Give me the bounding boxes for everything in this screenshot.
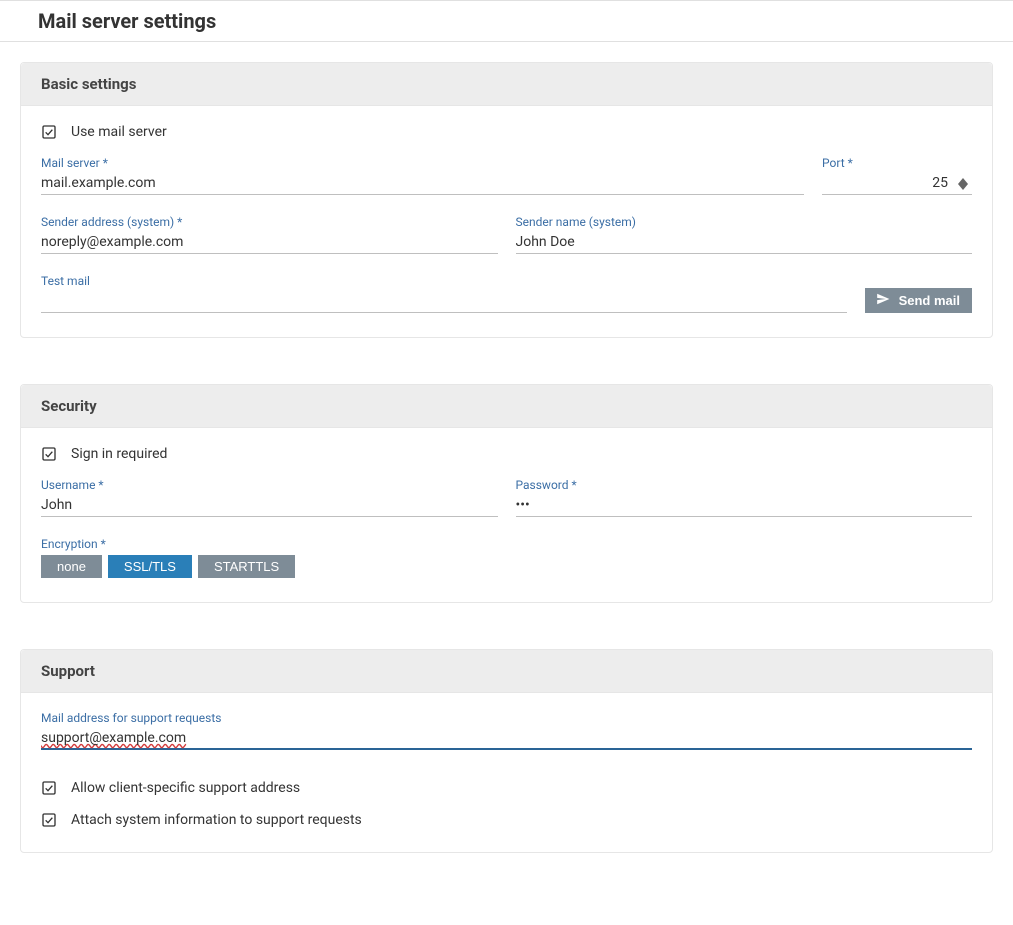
checkbox-checked-icon[interactable] xyxy=(41,812,57,828)
port-stepper[interactable] xyxy=(958,178,972,190)
basic-settings-title: Basic settings xyxy=(41,75,972,93)
support-mail-value: support@example.com xyxy=(41,730,186,746)
test-mail-label: Test mail xyxy=(41,274,847,288)
sender-name-input[interactable] xyxy=(516,231,973,254)
mail-server-input[interactable] xyxy=(41,172,804,195)
paper-plane-icon xyxy=(875,292,891,309)
support-header: Support xyxy=(21,650,992,693)
port-label: Port xyxy=(822,156,972,170)
security-header: Security xyxy=(21,385,992,428)
sign-in-required-label: Sign in required xyxy=(71,446,167,462)
encryption-option-none[interactable]: none xyxy=(41,555,102,578)
page-title: Mail server settings xyxy=(38,9,1013,33)
attach-system-info-label: Attach system information to support req… xyxy=(71,812,362,828)
page-header: Mail server settings xyxy=(0,0,1013,42)
send-mail-label: Send mail xyxy=(899,293,960,308)
username-input[interactable] xyxy=(41,494,498,517)
allow-client-specific-label: Allow client-specific support address xyxy=(71,780,300,796)
support-title: Support xyxy=(41,662,972,680)
chevron-down-icon[interactable] xyxy=(958,184,972,190)
port-input[interactable] xyxy=(822,172,972,195)
encryption-toggle-group: none SSL/TLS STARTTLS xyxy=(41,555,972,578)
encryption-option-ssl-tls[interactable]: SSL/TLS xyxy=(108,555,192,578)
username-label: Username xyxy=(41,478,498,492)
checkbox-checked-icon[interactable] xyxy=(41,780,57,796)
security-title: Security xyxy=(41,397,972,415)
basic-settings-panel: Basic settings Use mail server Mail serv… xyxy=(20,62,993,338)
password-input[interactable] xyxy=(516,494,973,517)
test-mail-input[interactable] xyxy=(41,290,847,313)
password-label: Password xyxy=(516,478,973,492)
mail-server-label: Mail server xyxy=(41,156,804,170)
checkbox-checked-icon[interactable] xyxy=(41,446,57,462)
send-mail-button[interactable]: Send mail xyxy=(865,288,972,313)
encryption-option-starttls[interactable]: STARTTLS xyxy=(198,555,295,578)
sender-address-input[interactable] xyxy=(41,231,498,254)
encryption-label: Encryption xyxy=(41,537,972,551)
sender-name-label: Sender name (system) xyxy=(516,215,973,229)
support-panel: Support Mail address for support request… xyxy=(20,649,993,853)
checkbox-checked-icon[interactable] xyxy=(41,124,57,140)
sender-address-label: Sender address (system) xyxy=(41,215,498,229)
security-panel: Security Sign in required Username xyxy=(20,384,993,603)
basic-settings-header: Basic settings xyxy=(21,63,992,106)
support-mail-label: Mail address for support requests xyxy=(41,711,972,725)
use-mail-server-label: Use mail server xyxy=(71,124,167,140)
support-mail-input[interactable]: support@example.com xyxy=(41,727,972,750)
